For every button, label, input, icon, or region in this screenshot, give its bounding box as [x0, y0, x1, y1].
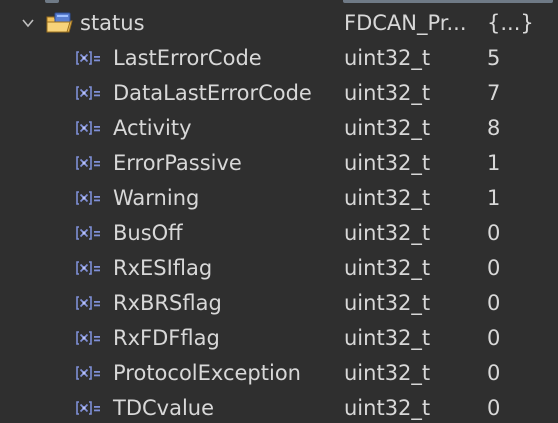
- tree-row-field[interactable]: RxESIflag uint32_t 0: [0, 251, 558, 286]
- tree-row-field[interactable]: Warning uint32_t 1: [0, 181, 558, 216]
- variables-view: status FDCAN_Pr... {...} LastErrorCode ui…: [0, 0, 558, 423]
- field-icon: [76, 365, 110, 381]
- variable-name: BusOff: [113, 221, 183, 245]
- variable-type: uint32_t: [344, 81, 431, 105]
- variable-name: DataLastErrorCode: [113, 81, 312, 105]
- variable-name: RxESIflag: [113, 256, 213, 280]
- variable-value: 0: [487, 361, 501, 385]
- field-icon: [76, 295, 110, 311]
- struct-folder-icon: [45, 11, 75, 35]
- tree-row-status[interactable]: status FDCAN_Pr... {...}: [0, 6, 558, 41]
- variable-name: RxFDFflag: [113, 326, 220, 350]
- variable-value: 1: [487, 151, 501, 175]
- variable-name: ErrorPassive: [113, 151, 242, 175]
- tree-row-field[interactable]: RxBRSflag uint32_t 0: [0, 286, 558, 321]
- tree-row-field[interactable]: BusOff uint32_t 0: [0, 216, 558, 251]
- variable-name: Warning: [113, 186, 200, 210]
- variable-type: uint32_t: [344, 326, 431, 350]
- variable-type: uint32_t: [344, 186, 431, 210]
- variable-name: LastErrorCode: [113, 46, 262, 70]
- variables-tree: status FDCAN_Pr... {...} LastErrorCode ui…: [0, 6, 558, 423]
- variable-name: TDCvalue: [113, 396, 215, 420]
- variable-value: 7: [487, 81, 501, 105]
- variable-type: uint32_t: [344, 361, 431, 385]
- variable-type: uint32_t: [344, 396, 431, 420]
- variable-value: 0: [487, 326, 501, 350]
- variable-value: 0: [487, 396, 501, 420]
- variable-value: 0: [487, 291, 501, 315]
- variable-type: uint32_t: [344, 221, 431, 245]
- field-icon: [76, 50, 110, 66]
- variable-value: 0: [487, 221, 501, 245]
- field-icon: [76, 225, 110, 241]
- field-icon: [76, 85, 110, 101]
- variable-value: 5: [487, 46, 501, 70]
- field-icon: [76, 155, 110, 171]
- variable-type: uint32_t: [344, 256, 431, 280]
- field-icon: [76, 400, 110, 416]
- variable-type: uint32_t: [344, 291, 431, 315]
- tree-row-field[interactable]: DataLastErrorCode uint32_t 7: [0, 76, 558, 111]
- variable-value: {...}: [487, 11, 534, 35]
- previous-row-sliver: [0, 0, 558, 5]
- chevron-down-icon[interactable]: [20, 15, 36, 31]
- field-icon: [76, 120, 110, 136]
- field-icon: [76, 330, 110, 346]
- variable-type: uint32_t: [344, 151, 431, 175]
- variable-type: FDCAN_Pr...: [344, 11, 467, 35]
- tree-row-field[interactable]: LastErrorCode uint32_t 5: [0, 41, 558, 76]
- variable-name: RxBRSflag: [113, 291, 222, 315]
- variable-value: 1: [487, 186, 501, 210]
- field-icon: [76, 260, 110, 276]
- variable-type: uint32_t: [344, 116, 431, 140]
- variable-value: 0: [487, 256, 501, 280]
- field-icon: [76, 190, 110, 206]
- tree-row-field[interactable]: TDCvalue uint32_t 0: [0, 391, 558, 423]
- tree-row-field[interactable]: ErrorPassive uint32_t 1: [0, 146, 558, 181]
- variable-name: status: [80, 11, 145, 35]
- variable-type: uint32_t: [344, 46, 431, 70]
- variable-name: ProtocolException: [113, 361, 301, 385]
- tree-row-field[interactable]: Activity uint32_t 8: [0, 111, 558, 146]
- variable-name: Activity: [113, 116, 192, 140]
- variable-value: 8: [487, 116, 501, 140]
- tree-row-field[interactable]: ProtocolException uint32_t 0: [0, 356, 558, 391]
- tree-row-field[interactable]: RxFDFflag uint32_t 0: [0, 321, 558, 356]
